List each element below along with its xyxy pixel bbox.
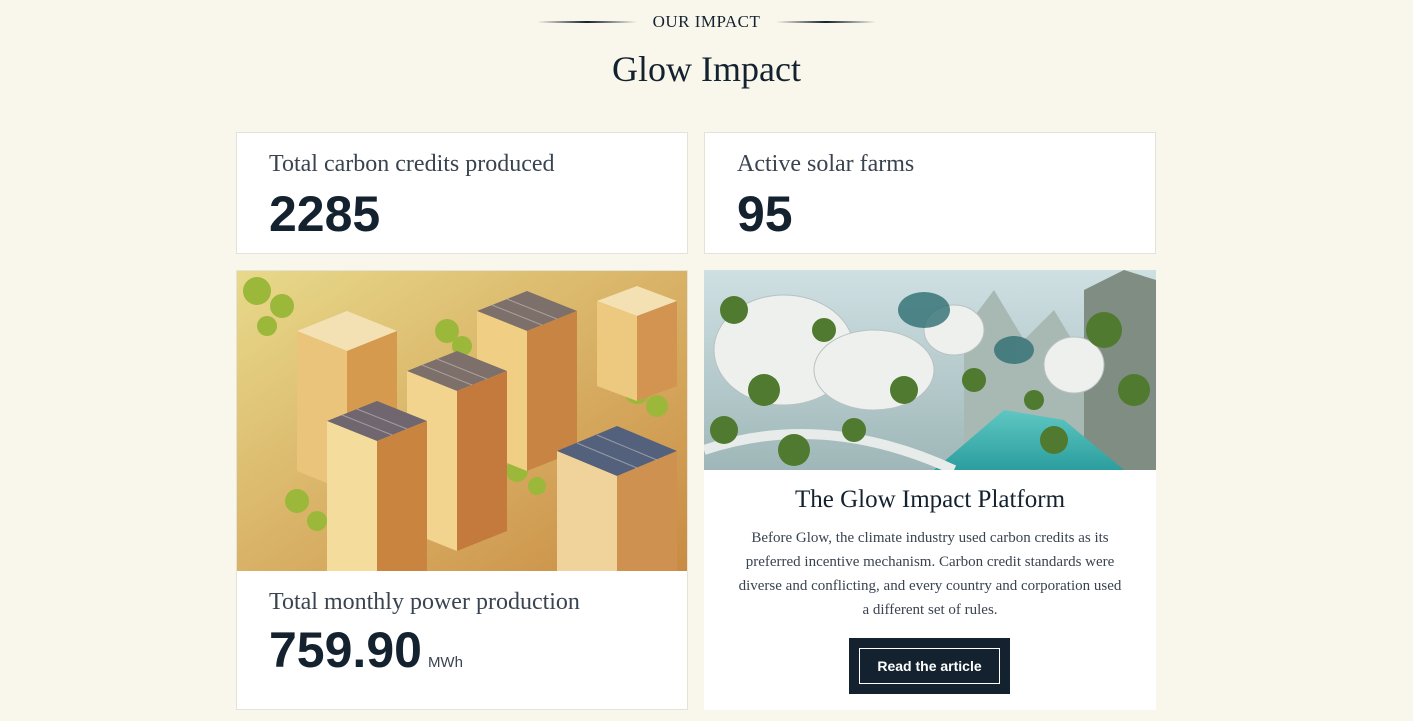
section-title: Glow Impact — [612, 49, 801, 89]
carbon-credits-value-row: 2285 — [269, 185, 380, 243]
platform-description: Before Glow, the climate industry used c… — [738, 530, 1122, 618]
solar-farms-value-row: 95 — [737, 185, 793, 243]
solar-farms-value: 95 — [737, 186, 793, 242]
futuristic-city-image — [704, 270, 1156, 470]
platform-card: The Glow Impact Platform Before Glow, th… — [704, 270, 1156, 710]
power-production-unit: MWh — [427, 654, 463, 671]
power-production-label: Total monthly power production — [269, 589, 580, 615]
read-article-button[interactable]: Read the article — [849, 638, 1010, 694]
section-eyebrow-row: OUR IMPACT — [0, 10, 1413, 34]
eyebrow-divider-right — [776, 21, 877, 23]
solar-farms-card: Active solar farms 95 — [704, 132, 1156, 254]
eyebrow-divider-left — [536, 21, 637, 23]
power-production-card: Total monthly power production 759.90 MW… — [236, 270, 688, 710]
power-production-value: 759.90 — [269, 622, 422, 678]
carbon-credits-value: 2285 — [269, 186, 381, 242]
platform-title: The Glow Impact Platform — [794, 486, 1066, 513]
read-article-button-label: Read the article — [859, 648, 1000, 684]
carbon-credits-label: Total carbon credits produced — [269, 151, 555, 177]
solar-buildings-image — [237, 271, 687, 571]
power-production-value-row: 759.90 MWh — [269, 621, 463, 679]
solar-farms-label: Active solar farms — [737, 151, 915, 177]
impact-section: OUR IMPACT Glow Impact Total carbon cred… — [0, 0, 1413, 721]
section-eyebrow: OUR IMPACT — [652, 12, 761, 31]
carbon-credits-card: Total carbon credits produced 2285 — [236, 132, 688, 254]
